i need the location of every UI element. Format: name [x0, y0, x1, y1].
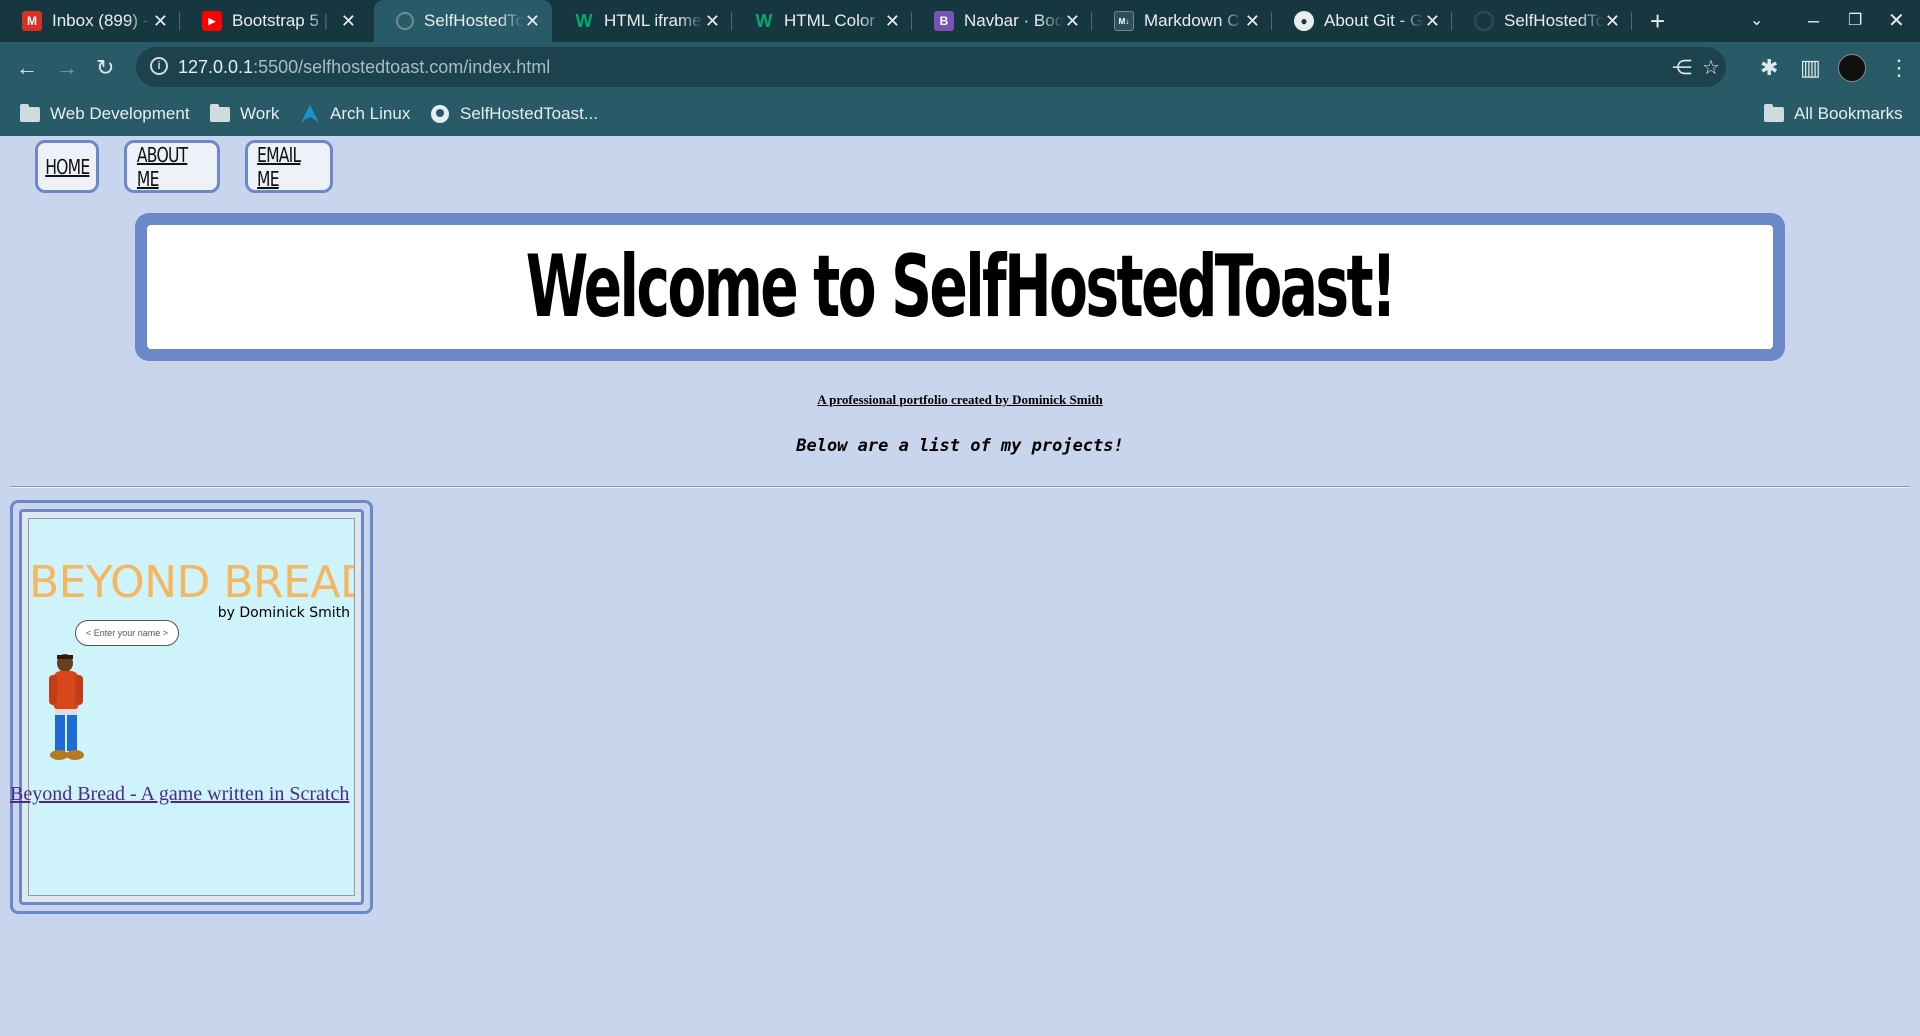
nav-about-me-button[interactable]: ABOUT ME	[124, 140, 220, 193]
divider	[10, 486, 1910, 488]
tab-title: Markdown C	[1144, 11, 1240, 30]
arch-linux-icon	[301, 105, 319, 123]
github-icon	[431, 105, 449, 123]
tab-bootstrap-video[interactable]: ▶ Bootstrap 5 | ✕	[180, 0, 368, 42]
w3schools-icon: W	[755, 10, 773, 31]
url-text[interactable]: 127.0.0.1:5500/selfhostedtoast.com/index…	[178, 57, 550, 78]
tab-title: Navbar · Boo	[964, 11, 1064, 30]
youtube-icon: ▶	[202, 11, 222, 31]
github-icon	[1474, 11, 1494, 31]
bookmark-star-icon[interactable]: ☆	[1702, 55, 1720, 80]
gmail-icon: M	[22, 11, 42, 31]
tab-markdown[interactable]: M↓ Markdown C ✕	[1092, 0, 1272, 42]
nav-email-me-button[interactable]: EMAIL ME	[245, 140, 333, 193]
character-sprite-icon	[49, 654, 84, 760]
menu-kebab-icon[interactable]: ⋮	[1888, 54, 1910, 82]
tab-title: About Git - G	[1324, 11, 1424, 30]
folder-icon	[210, 103, 230, 122]
markdown-icon: M↓	[1114, 11, 1134, 31]
bookmark-web-development[interactable]: Web Development	[20, 103, 190, 124]
all-bookmarks[interactable]: All Bookmarks	[1764, 103, 1903, 124]
bookmark-label: Arch Linux	[330, 104, 411, 123]
tab-html-iframe[interactable]: W HTML iframe ✕	[552, 0, 732, 42]
header-banner: Welcome to SelfHostedToast!	[135, 213, 1785, 361]
tab-html-color[interactable]: W HTML Color ✕	[732, 0, 912, 42]
bookmark-work[interactable]: Work	[210, 103, 280, 124]
minimize-icon[interactable]: –	[1808, 8, 1819, 34]
portfolio-subtitle: A professional portfolio created by Domi…	[817, 392, 1103, 407]
speech-bubble: < Enter your name >	[75, 620, 179, 646]
projects-heading: Below are a list of my projects!	[796, 436, 1124, 456]
new-tab-plus-icon[interactable]: +	[1650, 8, 1665, 34]
restore-icon[interactable]: ❐	[1848, 8, 1862, 34]
close-icon[interactable]: ✕	[1425, 11, 1440, 32]
nav-home-button[interactable]: HOME	[35, 140, 99, 193]
browser-toolbar: ← → ↻ i 127.0.0.1:5500/selfhostedtoast.c…	[0, 42, 1920, 96]
tab-selfhostedtoast-github[interactable]: SelfHostedTo ✕	[1452, 0, 1632, 42]
tab-title: HTML Color	[784, 11, 875, 30]
close-icon[interactable]: ✕	[885, 11, 900, 32]
tab-navbar-bootstrap[interactable]: B Navbar · Boo ✕	[912, 0, 1092, 42]
thumbnail-byline: by Dominick Smith	[217, 605, 350, 621]
close-window-icon[interactable]: ✕	[1888, 8, 1905, 34]
reload-icon[interactable]: ↻	[96, 54, 114, 82]
globe-icon	[396, 12, 414, 30]
close-icon[interactable]: ✕	[525, 11, 540, 32]
thumbnail-title: BEYOND BREAD	[29, 557, 355, 608]
tab-title: SelfHostedTo	[424, 11, 524, 30]
back-arrow-icon[interactable]: ←	[16, 54, 38, 82]
tab-title: SelfHostedTo	[1504, 11, 1604, 30]
bookmark-label: SelfHostedToast...	[460, 104, 598, 123]
share-icon[interactable]: ⋲	[1672, 55, 1692, 80]
tab-title: Inbox (899) -	[52, 11, 149, 30]
project-link-beyond-bread[interactable]: Beyond Bread - A game written in Scratch	[10, 783, 349, 806]
w3schools-icon: W	[575, 10, 593, 31]
github-icon: ●	[1294, 11, 1314, 31]
close-icon[interactable]: ✕	[1245, 11, 1260, 32]
tab-selfhostedtoast-active[interactable]: SelfHostedTo ✕	[374, 0, 552, 42]
bookmark-label: Work	[240, 104, 280, 123]
address-bar[interactable]: i 127.0.0.1:5500/selfhostedtoast.com/ind…	[136, 47, 1726, 87]
site-info-icon[interactable]: i	[150, 57, 168, 75]
bookmark-arch-linux[interactable]: Arch Linux	[300, 104, 410, 124]
bookmarks-bar: Web Development Work Arch Linux SelfHost…	[0, 96, 1920, 136]
extensions-puzzle-icon[interactable]: ✱	[1760, 54, 1778, 82]
page-title: Welcome to SelfHostedToast!	[525, 237, 1397, 337]
close-icon[interactable]: ✕	[341, 11, 356, 32]
forward-arrow-icon[interactable]: →	[56, 54, 78, 82]
side-panel-icon[interactable]: ▥	[1800, 54, 1821, 82]
project-card-frame[interactable]: BEYOND BREAD by Dominick Smith < Enter y…	[10, 500, 373, 914]
profile-avatar-icon[interactable]	[1838, 54, 1866, 82]
bookmark-label: All Bookmarks	[1794, 104, 1903, 123]
tab-title: HTML iframe	[604, 11, 702, 30]
tab-inbox[interactable]: M Inbox (899) - ✕	[0, 0, 180, 42]
project-thumbnail[interactable]: BEYOND BREAD by Dominick Smith < Enter y…	[28, 518, 355, 896]
bootstrap-icon: B	[934, 11, 954, 31]
bookmark-label: Web Development	[50, 104, 190, 123]
folder-icon	[1764, 103, 1784, 122]
tab-search-chevron-icon[interactable]: ⌄	[1750, 8, 1763, 34]
close-icon[interactable]: ✕	[705, 11, 720, 32]
close-icon[interactable]: ✕	[1605, 11, 1620, 32]
tab-title: Bootstrap 5 |	[232, 11, 329, 30]
tab-about-git[interactable]: ● About Git - G ✕	[1272, 0, 1452, 42]
page-body: HOME ABOUT ME EMAIL ME Welcome to SelfHo…	[0, 136, 1920, 1036]
close-icon[interactable]: ✕	[1065, 11, 1080, 32]
folder-icon	[20, 103, 40, 122]
close-icon[interactable]: ✕	[153, 11, 168, 32]
bookmark-selfhostedtoast[interactable]: SelfHostedToast...	[430, 104, 598, 124]
tab-strip: M Inbox (899) - ✕ ▶ Bootstrap 5 | ✕ Self…	[0, 0, 1920, 42]
